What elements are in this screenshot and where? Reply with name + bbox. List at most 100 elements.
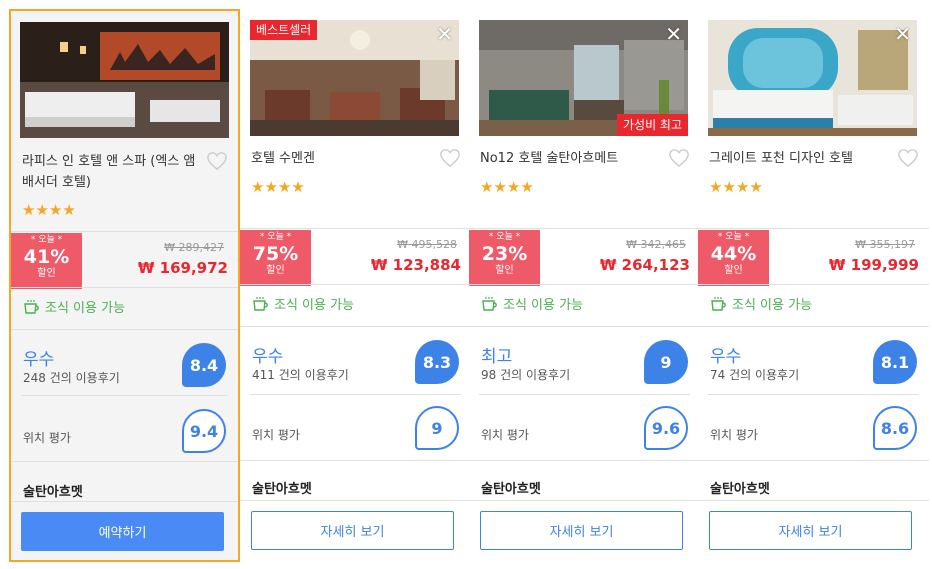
hotel-name[interactable]: 라피스 인 호텔 앤 스파 (엑스 앰 배서더 호텔)	[22, 151, 202, 193]
discount-off-label: 할인	[495, 265, 514, 276]
divider	[11, 329, 238, 330]
breakfast-info: 조식 이용 가능	[710, 294, 812, 313]
divider	[21, 395, 228, 396]
location-score-badge: 8.6	[873, 406, 917, 450]
divider	[240, 460, 471, 461]
divider	[11, 287, 238, 288]
divider	[469, 460, 700, 461]
hotel-photo[interactable]: 베스트셀러 ✕	[250, 20, 459, 136]
divider	[11, 461, 238, 462]
divider	[469, 228, 700, 229]
review-score-badge: 9	[644, 340, 688, 384]
breakfast-info: 조식 이용 가능	[252, 294, 354, 313]
original-price: ₩ 495,528	[397, 238, 457, 251]
divider	[240, 326, 471, 327]
hotel-photo[interactable]	[20, 22, 229, 138]
best-value-badge: 가성비 최고	[616, 114, 688, 136]
review-count[interactable]: 248 건의 이용후기	[23, 369, 120, 386]
review-count[interactable]: 74 건의 이용후기	[710, 366, 799, 383]
location-rating-label: 위치 평가	[23, 431, 71, 445]
sale-price: ₩ 169,972	[137, 259, 228, 277]
review-score-badge: 8.1	[873, 340, 917, 384]
close-icon[interactable]: ✕	[665, 24, 682, 44]
hotel-card[interactable]: 라피스 인 호텔 앤 스파 (엑스 앰 배서더 호텔) ★★★★ * 오늘 * …	[9, 9, 240, 562]
divider	[479, 394, 690, 395]
location-score-badge: 9	[415, 406, 459, 450]
coffee-cup-icon	[24, 299, 39, 314]
review-score-badge: 8.3	[415, 340, 459, 384]
hotel-photo[interactable]: ✕	[708, 20, 917, 136]
breakfast-label: 조식 이용 가능	[503, 298, 584, 313]
discount-off-label: 할인	[724, 265, 743, 276]
divider	[708, 394, 919, 395]
hotel-name[interactable]: 그레이트 포천 디자인 호텔	[709, 148, 889, 169]
review-score-badge: 8.4	[182, 343, 226, 387]
view-details-button[interactable]: 자세히 보기	[251, 511, 454, 550]
sale-price: ₩ 264,123	[599, 256, 690, 274]
rating-word: 우수	[710, 347, 742, 367]
hotel-card[interactable]: ✕ 그레이트 포천 디자인 호텔 ★★★★ * 오늘 * 44% 할인 ₩ 35…	[698, 8, 929, 564]
rating-word: 우수	[23, 350, 55, 370]
location-score-badge: 9.4	[182, 409, 226, 453]
heart-icon[interactable]	[206, 151, 228, 171]
close-icon[interactable]: ✕	[436, 24, 453, 44]
location-rating-label: 위치 평가	[252, 428, 300, 442]
review-count[interactable]: 98 건의 이용후기	[481, 366, 570, 383]
breakfast-label: 조식 이용 가능	[274, 298, 355, 313]
discount-percent: 41%	[23, 246, 70, 268]
star-rating: ★★★★	[480, 178, 534, 196]
divider	[698, 284, 929, 285]
view-details-button[interactable]: 자세히 보기	[480, 511, 683, 550]
location-rating-label: 위치 평가	[710, 428, 758, 442]
breakfast-label: 조식 이용 가능	[732, 298, 813, 313]
close-icon[interactable]: ✕	[894, 24, 911, 44]
rating-word: 우수	[252, 347, 284, 367]
discount-percent: 23%	[481, 243, 528, 265]
hotel-area: 술탄아흐멧	[481, 482, 541, 497]
hotel-name[interactable]: No12 호텔 술탄아흐메트	[480, 148, 660, 169]
review-count[interactable]: 411 건의 이용후기	[252, 366, 349, 383]
hotel-card[interactable]: 가성비 최고 ✕ No12 호텔 술탄아흐메트 ★★★★ * 오늘 * 23% …	[469, 8, 700, 564]
hotel-name[interactable]: 호텔 수멘겐	[251, 148, 431, 169]
coffee-cup-icon	[253, 296, 268, 311]
discount-percent: 75%	[252, 243, 299, 265]
discount-percent: 44%	[710, 243, 757, 265]
divider	[469, 326, 700, 327]
heart-icon[interactable]	[668, 148, 690, 168]
bestseller-badge: 베스트셀러	[250, 20, 318, 40]
view-details-button[interactable]: 자세히 보기	[709, 511, 912, 550]
divider	[240, 228, 471, 229]
breakfast-info: 조식 이용 가능	[481, 294, 583, 313]
divider	[11, 501, 238, 502]
coffee-cup-icon	[711, 296, 726, 311]
hotel-card[interactable]: 베스트셀러 ✕ 호텔 수멘겐 ★★★★ * 오늘 * 75% 할인 ₩ 495,…	[240, 8, 471, 564]
discount-badge: * 오늘 * 75% 할인	[240, 230, 311, 286]
discount-off-label: 할인	[266, 265, 285, 276]
divider	[11, 231, 238, 232]
coffee-cup-icon	[482, 296, 497, 311]
hotel-area: 술탄아흐멧	[252, 482, 312, 497]
hotel-photo[interactable]: 가성비 최고 ✕	[479, 20, 688, 136]
divider	[469, 500, 700, 501]
sale-price: ₩ 199,999	[828, 256, 919, 274]
divider	[250, 394, 461, 395]
discount-badge: * 오늘 * 44% 할인	[698, 230, 769, 286]
breakfast-info: 조식 이용 가능	[23, 297, 125, 316]
hotel-comparison-grid: 라피스 인 호텔 앤 스파 (엑스 앰 배서더 호텔) ★★★★ * 오늘 * …	[0, 0, 932, 569]
discount-today-label: * 오늘 *	[30, 235, 63, 245]
discount-badge: * 오늘 * 23% 할인	[469, 230, 540, 286]
discount-off-label: 할인	[37, 268, 56, 279]
star-rating: ★★★★	[251, 178, 305, 196]
heart-icon[interactable]	[897, 148, 919, 168]
discount-today-label: * 오늘 *	[717, 232, 750, 242]
heart-icon[interactable]	[439, 148, 461, 168]
divider	[469, 284, 700, 285]
rating-word: 최고	[481, 347, 513, 367]
original-price: ₩ 289,427	[164, 241, 224, 254]
divider	[698, 460, 929, 461]
breakfast-label: 조식 이용 가능	[45, 301, 126, 316]
divider	[240, 284, 471, 285]
book-button[interactable]: 예약하기	[21, 512, 224, 551]
star-rating: ★★★★	[22, 201, 76, 219]
divider	[698, 500, 929, 501]
